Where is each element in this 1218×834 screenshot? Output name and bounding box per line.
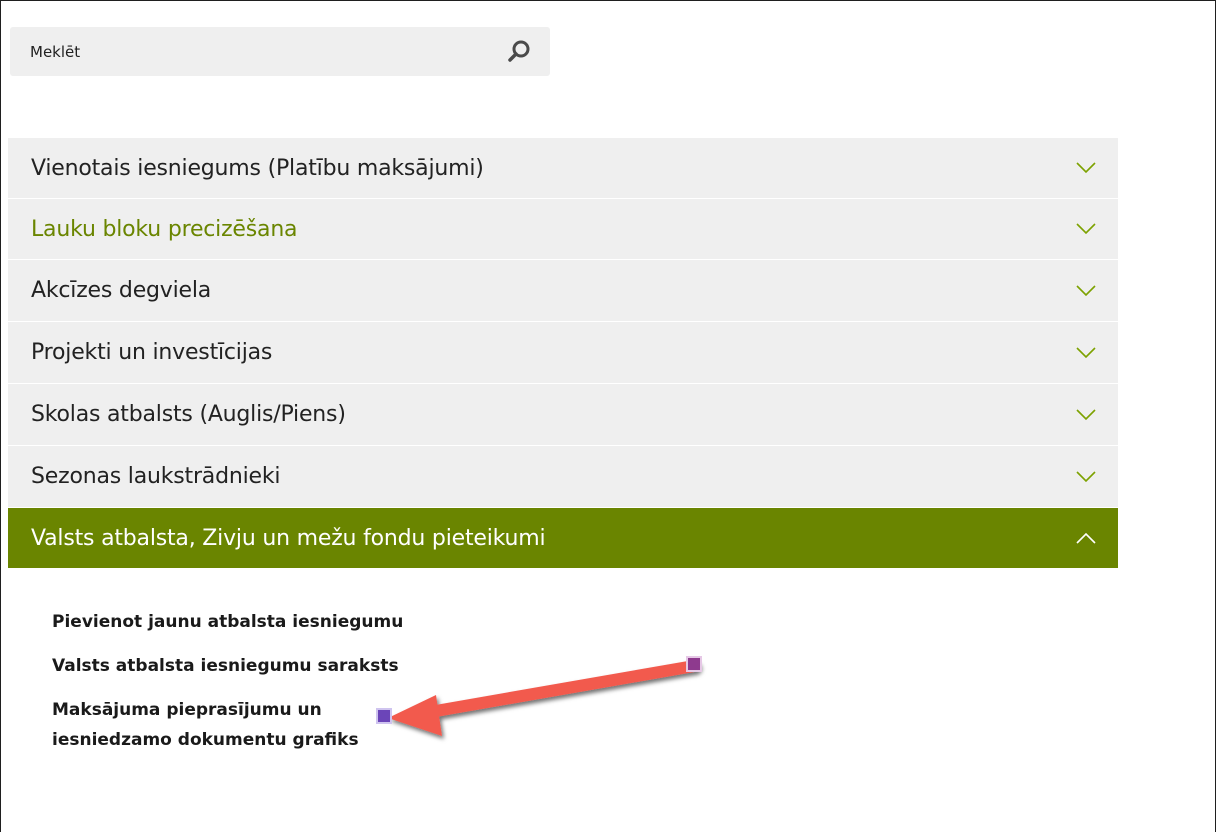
accordion-item-label: Sezonas laukstrādnieki xyxy=(31,464,281,489)
accordion-item-label: Valsts atbalsta, Zivju un mežu fondu pie… xyxy=(31,525,546,551)
accordion-item-vienotais-iesniegums[interactable]: Vienotais iesniegums (Platību maksājumi) xyxy=(8,138,1118,199)
search-bar xyxy=(10,27,550,76)
accordion-item-lauku-bloku-precizesana[interactable]: Lauku bloku precizēšana xyxy=(8,199,1118,260)
submenu-link-applications-list[interactable]: Valsts atbalsta iesniegumu saraksts xyxy=(52,651,412,681)
accordion-item-label: Vienotais iesniegums (Platību maksājumi) xyxy=(31,155,484,181)
chevron-down-icon xyxy=(1076,470,1096,482)
search-input[interactable] xyxy=(10,27,480,76)
accordion-item-label: Skolas atbalsts (Auglis/Piens) xyxy=(31,402,346,427)
accordion-item-projekti-un-investicijas[interactable]: Projekti un investīcijas xyxy=(8,322,1118,384)
submenu-link-payment-schedule[interactable]: Maksājuma pieprasījumu un iesniedzamo do… xyxy=(52,695,412,755)
accordion-item-valsts-atbalsts[interactable]: Valsts atbalsta, Zivju un mežu fondu pie… xyxy=(8,508,1118,568)
chevron-down-icon xyxy=(1076,346,1096,358)
chevron-down-icon xyxy=(1076,223,1096,235)
submenu-list: Pievienot jaunu atbalsta iesniegumu Vals… xyxy=(52,607,412,769)
accordion-item-sezonas-laukstradnieki[interactable]: Sezonas laukstrādnieki xyxy=(8,446,1118,508)
chevron-down-icon xyxy=(1076,408,1096,420)
accordion-item-label: Akcīzes degviela xyxy=(31,278,212,303)
chevron-up-icon xyxy=(1076,532,1096,544)
chevron-down-icon xyxy=(1076,162,1096,174)
accordion-item-label: Lauku bloku precizēšana xyxy=(31,216,298,242)
submenu-link-add-application[interactable]: Pievienot jaunu atbalsta iesniegumu xyxy=(52,607,412,637)
accordion-menu: Vienotais iesniegums (Platību maksājumi)… xyxy=(8,138,1118,568)
accordion-item-akcizes-degviela[interactable]: Akcīzes degviela xyxy=(8,260,1118,322)
accordion-item-skolas-atbalsts[interactable]: Skolas atbalsts (Auglis/Piens) xyxy=(8,384,1118,446)
search-icon[interactable] xyxy=(506,39,532,65)
accordion-item-label: Projekti un investīcijas xyxy=(31,340,273,365)
chevron-down-icon xyxy=(1076,284,1096,296)
